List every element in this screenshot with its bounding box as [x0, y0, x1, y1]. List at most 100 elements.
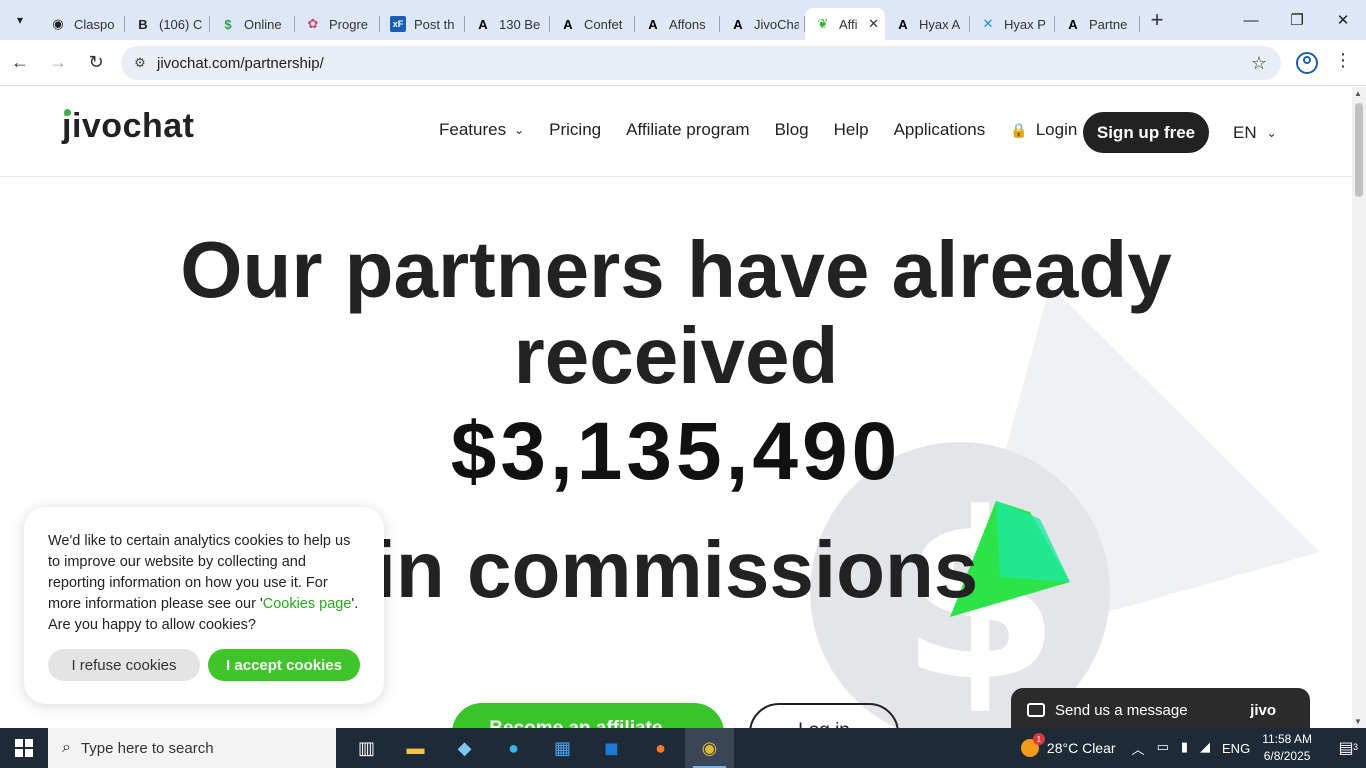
close-tab-icon[interactable]: ✕ — [868, 16, 879, 32]
meet-icon[interactable]: ▭ — [1157, 739, 1169, 758]
browser-tab[interactable]: A Affons — [635, 8, 720, 40]
chevron-down-icon: ⌄ — [1266, 126, 1277, 140]
input-language[interactable]: ENG — [1222, 741, 1250, 756]
cookies-page-link[interactable]: Cookies page — [263, 596, 352, 612]
a-icon: A — [898, 16, 908, 32]
battery-icon[interactable]: ▮ — [1181, 739, 1188, 758]
jivo-brand-label: jivo — [1250, 701, 1276, 719]
forward-icon[interactable]: → — [40, 45, 76, 81]
browser-tab[interactable]: A Partne — [1055, 8, 1140, 40]
profile-icon[interactable] — [1296, 52, 1318, 74]
nav-applications[interactable]: Applications — [894, 120, 986, 140]
site-info-icon[interactable]: ⚙ — [125, 55, 155, 71]
browser-menu-icon[interactable]: ⋮ — [1334, 50, 1352, 71]
b-icon: B — [138, 16, 148, 32]
nav-login[interactable]: 🔒 Login — [1010, 120, 1077, 140]
browser-tab[interactable]: A Hyax A — [885, 8, 970, 40]
minimize-icon[interactable]: — — [1228, 0, 1274, 40]
browser-tab[interactable]: A Confet — [550, 8, 635, 40]
browser-tab[interactable]: ✿ Progre — [295, 8, 380, 40]
tab-title: JivoCha — [754, 16, 799, 32]
become-affiliate-button[interactable]: Become an affiliate → — [452, 703, 724, 728]
cookie-message: We'd like to certain analytics cookies t… — [48, 531, 362, 636]
store-icon[interactable]: ▦ — [538, 728, 587, 768]
url-text[interactable]: jivochat.com/partnership/ — [157, 55, 324, 72]
chevron-down-icon: ⌄ — [514, 123, 525, 137]
scroll-down-icon[interactable]: ▼ — [1354, 717, 1362, 726]
taskbar-clock[interactable]: 11:58 AM 6/8/2025 — [1262, 731, 1312, 765]
sign-up-button[interactable]: Sign up free — [1083, 112, 1209, 153]
browser-tab[interactable]: A 130 Be — [465, 8, 550, 40]
back-icon[interactable]: ← — [2, 45, 38, 81]
commission-amount: $3,135,490 — [450, 406, 902, 497]
language-selector[interactable]: EN ⌄ — [1233, 123, 1277, 143]
scrollbar-thumb[interactable] — [1355, 103, 1363, 197]
system-tray: 1 28°C Clear ︿ ▭ ▮ ◢ ENG 11:58 AM 6/8/20… — [1020, 728, 1366, 768]
weather-badge: 1 — [1032, 733, 1045, 745]
tab-list: ◉ Claspo B (106) C $ Online ✿ Progre xF Post th A 1… — [40, 0, 1140, 40]
tab-search-icon[interactable]: ▾ — [0, 0, 40, 40]
refuse-cookies-button[interactable]: I refuse cookies — [48, 649, 200, 681]
reload-icon[interactable]: ↻ — [78, 45, 114, 81]
a-icon: A — [733, 16, 743, 32]
page-viewport: $ jivochat Features⌄ Pricing Affiliate p… — [0, 87, 1352, 728]
bookmark-star-icon[interactable]: ☆ — [1251, 53, 1267, 74]
tab-title: Hyax A — [919, 16, 961, 32]
restore-icon[interactable]: ❐ — [1274, 0, 1320, 40]
wifi-icon[interactable]: ◢ — [1200, 739, 1210, 758]
tab-title: Confet — [584, 16, 623, 32]
tab-title: Claspo — [74, 16, 115, 32]
browser-tab[interactable]: ✕ Hyax P — [970, 8, 1055, 40]
browser-tab[interactable]: A JivoCha — [720, 8, 805, 40]
accept-cookies-button[interactable]: I accept cookies — [208, 649, 360, 681]
hero-login-button[interactable]: Log in — [749, 703, 899, 728]
edge-icon[interactable]: ● — [489, 728, 538, 768]
a-icon: A — [648, 16, 658, 32]
browser-tab-strip: ▾ ◉ Claspo B (106) C $ Online ✿ Progre xF Post th… — [0, 0, 1366, 40]
close-window-icon[interactable]: ✕ — [1320, 0, 1366, 40]
a-icon: A — [478, 16, 488, 32]
browser-tab[interactable]: xF Post th — [380, 8, 465, 40]
clock-time: 11:58 AM — [1262, 732, 1312, 746]
logo-dot — [64, 109, 71, 116]
hero-headline-line2: received — [513, 311, 839, 400]
new-tab-button[interactable]: + — [1140, 0, 1174, 40]
tab-title: Partne — [1089, 16, 1128, 32]
chat-widget[interactable]: Send us a message jivo — [1011, 688, 1310, 728]
scroll-up-icon[interactable]: ▲ — [1354, 89, 1362, 98]
tab-title: Online — [244, 16, 282, 32]
chrome-icon[interactable]: ◉ — [685, 728, 734, 768]
start-button[interactable] — [0, 728, 48, 768]
weather-widget[interactable]: 1 28°C Clear — [1020, 733, 1116, 757]
outlook-icon[interactable]: ◼ — [587, 728, 636, 768]
address-bar[interactable]: ⚙ jivochat.com/partnership/ ☆ — [121, 46, 1281, 80]
chevron-up-icon[interactable]: ︿ — [1132, 739, 1145, 758]
a-icon: A — [563, 16, 573, 32]
browser-tab[interactable]: $ Online — [210, 8, 295, 40]
browser-tab[interactable]: ❦ Affi ✕ — [805, 8, 885, 40]
copilot-icon[interactable]: ◆ — [440, 728, 489, 768]
nav-blog[interactable]: Blog — [775, 120, 809, 140]
nav-pricing[interactable]: Pricing — [549, 120, 601, 140]
page-scrollbar[interactable]: ▲ ▼ — [1352, 87, 1366, 728]
task-view-icon[interactable]: ▥ — [342, 728, 391, 768]
file-explorer-icon[interactable]: ▬ — [391, 728, 440, 768]
a-icon: A — [1068, 16, 1078, 32]
browser-tab[interactable]: B (106) C — [125, 8, 210, 40]
browser-tab[interactable]: ◉ Claspo — [40, 8, 125, 40]
tab-title: Affi — [839, 16, 858, 32]
jivochat-logo[interactable]: jivochat — [62, 107, 194, 146]
tab-title: Post th — [414, 16, 455, 32]
weather-icon: 1 — [1020, 733, 1045, 757]
taskbar-search[interactable]: ⌕ Type here to search — [48, 728, 336, 768]
language-label: EN — [1233, 123, 1257, 142]
nav-help[interactable]: Help — [834, 120, 869, 140]
firefox-icon[interactable]: ● — [636, 728, 685, 768]
nav-affiliate-program[interactable]: Affiliate program — [626, 120, 749, 140]
notification-center-icon[interactable]: ▤ 3 — [1326, 738, 1366, 758]
hero-headline-line1: Our partners have already — [180, 225, 1172, 314]
tab-title: (106) C — [159, 16, 203, 32]
main-navigation: Features ⌄ Pricing Affiliate program Blog… — [439, 120, 1102, 140]
nav-features[interactable]: Features ⌄ — [439, 120, 524, 140]
claspo-icon: ◉ — [52, 16, 64, 31]
